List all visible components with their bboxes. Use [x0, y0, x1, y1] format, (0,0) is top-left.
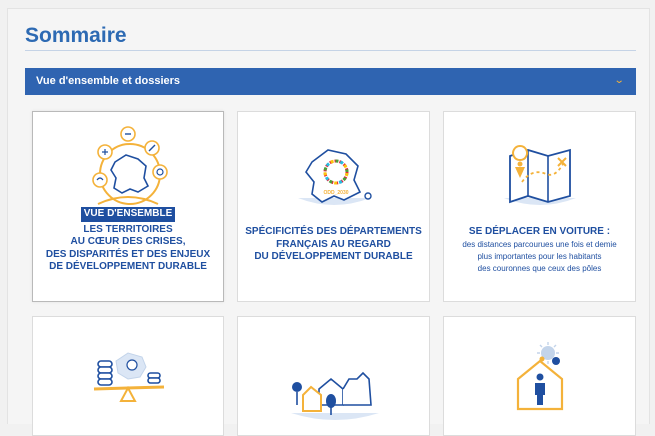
card-village[interactable]: [237, 316, 430, 436]
card-3-subline: plus importantes pour les habitants: [477, 251, 602, 261]
chevron-down-icon: ⌄: [613, 75, 625, 86]
page-title: Sommaire: [25, 24, 127, 47]
france-sdg-map-icon: ODD_2030: [297, 149, 372, 205]
card-2-line: DU DÉVELOPPEMENT DURABLE: [254, 251, 413, 262]
section-label: Vue d'ensemble et dossiers: [36, 75, 181, 87]
section-dropdown[interactable]: Vue d'ensemble et dossiers ⌄: [25, 68, 636, 95]
card-3-text: SE DÉPLACER EN VOITURE : des distances p…: [444, 226, 635, 275]
card-1-line: AU CŒUR DES CRISES,: [70, 236, 186, 247]
card-2-line: FRANÇAIS AU REGARD: [276, 238, 391, 250]
card-3-line: SE DÉPLACER EN VOITURE :: [468, 226, 611, 237]
village-landscape-icon: [290, 371, 379, 420]
card-1-line: DE DÉVELOPPEMENT DURABLE: [49, 261, 207, 272]
card-2-line: SPÉCIFICITÉS DES DÉPARTEMENTS: [245, 226, 422, 237]
card-1-line: DES DISPARITÉS ET DES ENJEUX: [45, 248, 211, 260]
card-balance[interactable]: [32, 316, 224, 436]
card-vue-ensemble[interactable]: VUE D'ENSEMBLE LES TERRITOIRES AU CŒUR D…: [32, 111, 224, 302]
card-virus-home[interactable]: [443, 316, 636, 436]
card-1-line: LES TERRITOIRES: [83, 223, 173, 235]
card-deplacer-voiture[interactable]: SE DÉPLACER EN VOITURE : des distances p…: [443, 111, 636, 302]
card-1-text: VUE D'ENSEMBLE LES TERRITOIRES AU CŒUR D…: [33, 207, 223, 274]
france-territories-icon: [92, 126, 168, 205]
card-3-subline: des couronnes que ceux des pôles: [477, 263, 602, 273]
balance-coins-icon: [93, 352, 165, 402]
road-map-icon: [503, 145, 576, 205]
card-departements[interactable]: ODD_2030 SPÉCIFICITÉS DES DÉPARTEMENTS F…: [237, 111, 430, 302]
card-3-subline: des distances parcourues une fois et dem…: [462, 239, 617, 249]
sdg-map-caption: ODD_2030: [323, 190, 348, 196]
overview-tag: VUE D'ENSEMBLE: [80, 207, 176, 222]
card-2-text: SPÉCIFICITÉS DES DÉPARTEMENTS FRANÇAIS A…: [238, 226, 429, 264]
virus-home-icon: [516, 342, 563, 411]
title-divider: [25, 50, 636, 51]
